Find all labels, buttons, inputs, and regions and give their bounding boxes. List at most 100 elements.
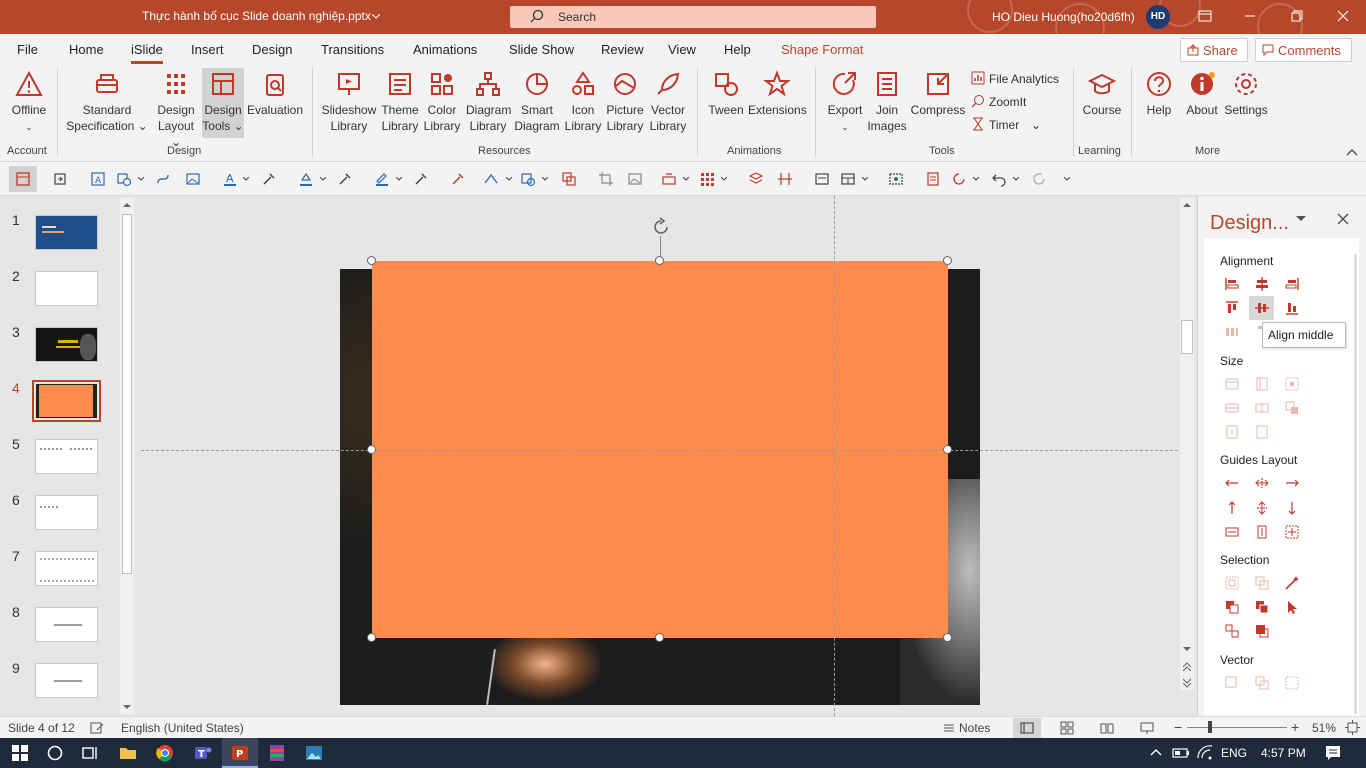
chevron-down-icon[interactable]	[683, 177, 689, 181]
standard-specification-button[interactable]: Standard Specification ⌄	[66, 70, 148, 134]
select-same-fill-icon[interactable]	[1224, 575, 1240, 591]
slideshow-library-button[interactable]: Slideshow Library	[321, 70, 377, 134]
height-fit-icon[interactable]	[1254, 400, 1270, 416]
slide-thumbnail-1[interactable]	[35, 215, 98, 250]
slide-size-icon[interactable]	[814, 171, 830, 187]
chevron-down-icon[interactable]	[542, 177, 548, 181]
show-hidden-icons-icon[interactable]	[1146, 743, 1166, 763]
canvas-scrollbar[interactable]	[1180, 198, 1194, 690]
restore-icon[interactable]	[1289, 8, 1305, 24]
close-icon[interactable]	[1335, 8, 1351, 24]
vector-combine-icon[interactable]	[1254, 675, 1270, 691]
chevron-down-icon[interactable]	[243, 177, 249, 181]
guide-grid-icon[interactable]	[1284, 524, 1300, 540]
align-right-icon[interactable]	[1284, 276, 1300, 292]
tab-slide-show[interactable]: Slide Show	[509, 42, 574, 57]
fill-color-icon[interactable]	[298, 171, 314, 187]
chevron-down-icon[interactable]	[372, 14, 380, 19]
help-button[interactable]: Help	[1140, 70, 1178, 118]
zoom-in-button[interactable]: +	[1291, 719, 1299, 735]
width-fit-icon[interactable]	[1224, 400, 1240, 416]
guide-left-icon[interactable]	[1224, 475, 1240, 491]
vertical-guide[interactable]	[834, 196, 835, 716]
windows-start-icon[interactable]	[10, 743, 30, 763]
scrollbar-thumb[interactable]	[122, 214, 132, 574]
same-width-icon[interactable]	[1224, 376, 1240, 392]
resize-handle-top[interactable]	[655, 256, 664, 265]
accessibility-check-icon[interactable]	[90, 721, 104, 735]
tab-shape-format[interactable]: Shape Format	[781, 42, 863, 57]
powerpoint-icon[interactable]: P	[230, 743, 250, 763]
diagram-library-button[interactable]: Diagram Library	[466, 70, 511, 134]
slide-canvas[interactable]	[141, 196, 1178, 716]
distribute-icon[interactable]	[777, 171, 793, 187]
document-icon[interactable]	[925, 171, 941, 187]
guide-spread-vertical-icon[interactable]	[1254, 524, 1270, 540]
chevron-down-icon[interactable]	[506, 177, 512, 181]
resize-handle-bottom[interactable]	[655, 633, 664, 642]
guide-right-icon[interactable]	[1284, 475, 1300, 491]
eyedropper-red-icon[interactable]	[450, 171, 466, 187]
guide-spread-horizontal-icon[interactable]	[1224, 524, 1240, 540]
comments-button[interactable]: Comments	[1255, 38, 1352, 62]
tab-animations[interactable]: Animations	[413, 42, 477, 57]
resize-handle-right[interactable]	[943, 445, 952, 454]
slide-thumbnail-4[interactable]	[32, 380, 101, 422]
slide-thumbnail-7[interactable]	[35, 551, 98, 586]
align-icon[interactable]	[661, 171, 677, 187]
select-overlap-icon[interactable]	[1224, 599, 1240, 615]
normal-view-icon[interactable]	[1020, 721, 1034, 735]
tab-help[interactable]: Help	[724, 42, 751, 57]
slideshow-view-icon[interactable]	[1140, 721, 1154, 735]
zoom-slider-thumb[interactable]	[1208, 721, 1212, 733]
select-behind-icon[interactable]	[1254, 623, 1270, 639]
align-left-icon[interactable]	[1224, 276, 1240, 292]
photos-icon[interactable]	[304, 743, 324, 763]
undo-icon[interactable]	[991, 171, 1007, 187]
distribute-horizontal-icon[interactable]	[1224, 324, 1240, 340]
resize-handle-top-left[interactable]	[367, 256, 376, 265]
wifi-icon[interactable]	[1195, 743, 1215, 763]
size-swap-icon[interactable]	[1284, 400, 1300, 416]
color-library-button[interactable]: Color Library	[422, 70, 462, 134]
share-button[interactable]: Share	[1180, 38, 1248, 62]
slide-thumbnail-6[interactable]	[35, 495, 98, 530]
select-inside-icon[interactable]	[1254, 599, 1270, 615]
chevron-down-icon[interactable]	[862, 177, 868, 181]
vector-union-icon[interactable]	[1224, 675, 1240, 691]
tab-file[interactable]: File	[17, 42, 38, 57]
slide-thumbnail-2[interactable]	[35, 271, 98, 306]
slide-thumbnail-9[interactable]	[35, 663, 98, 698]
scroll-up-icon[interactable]	[123, 202, 131, 208]
tab-transitions[interactable]: Transitions	[321, 42, 384, 57]
transform-icon[interactable]	[483, 171, 499, 187]
slides-scrollbar[interactable]	[120, 198, 134, 714]
screenshot-icon[interactable]	[888, 171, 904, 187]
refresh-icon[interactable]	[951, 171, 967, 187]
previous-slide-icon[interactable]	[1183, 662, 1191, 672]
chevron-down-icon[interactable]	[1013, 177, 1019, 181]
guide-top-icon[interactable]	[1224, 500, 1240, 516]
resize-handle-top-right[interactable]	[943, 256, 952, 265]
winrar-icon[interactable]	[267, 743, 287, 763]
align-bottom-icon[interactable]	[1284, 300, 1300, 316]
theme-library-button[interactable]: Theme Library	[380, 70, 420, 134]
rotate-shape-icon[interactable]	[52, 171, 68, 187]
pane-scrollbar[interactable]	[1354, 254, 1357, 714]
clock[interactable]: 4:57 PM	[1261, 746, 1306, 760]
slide-thumbnail-5[interactable]	[35, 439, 98, 474]
ribbon-display-icon[interactable]	[1197, 8, 1213, 24]
align-middle-icon[interactable]	[1254, 300, 1270, 316]
icon-library-button[interactable]: Icon Library	[564, 70, 602, 134]
evaluation-button[interactable]: Evaluation	[246, 70, 304, 118]
export-button[interactable]: Export ⌄	[824, 70, 866, 135]
design-tools-button[interactable]: Design Tools ⌄	[202, 68, 244, 138]
file-explorer-icon[interactable]	[118, 743, 138, 763]
guide-bottom-icon[interactable]	[1284, 500, 1300, 516]
settings-button[interactable]: Settings	[1224, 70, 1268, 118]
course-button[interactable]: Course	[1080, 70, 1124, 118]
align-center-icon[interactable]	[1254, 276, 1270, 292]
connector-icon[interactable]	[155, 171, 171, 187]
customize-toolbar-icon[interactable]	[1064, 177, 1070, 181]
search-box[interactable]: Search	[510, 6, 876, 28]
